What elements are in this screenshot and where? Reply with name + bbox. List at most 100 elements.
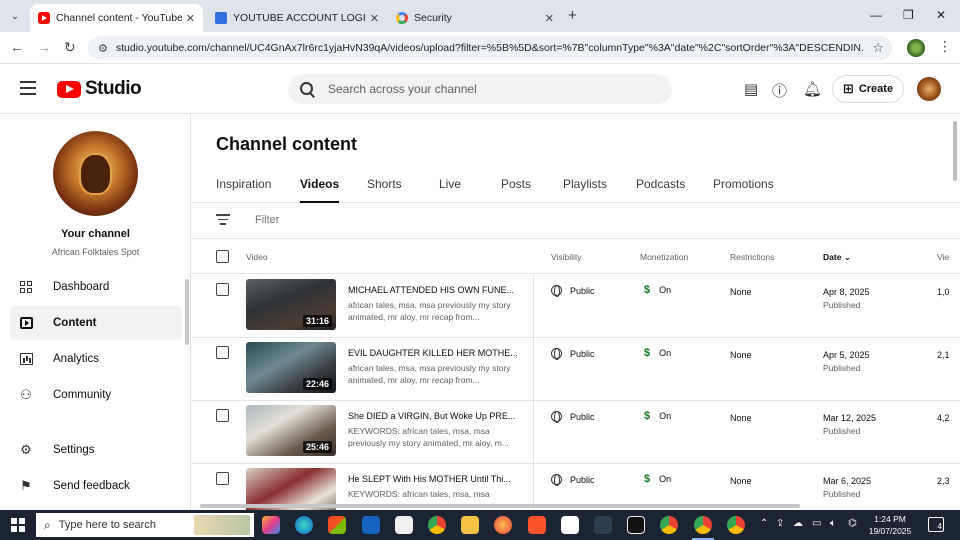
browser-profile-avatar[interactable] [907,39,925,57]
forward-arrow-icon[interactable]: → [37,39,51,55]
video-title[interactable]: She DIED a VIRGIN, But Woke Up PRE... [348,411,520,421]
table-row[interactable]: 31:16 MICHAEL ATTENDED HIS OWN FUNE... a… [192,275,960,338]
sidebar-item-send-feedback[interactable]: ⚑ Send feedback [10,469,182,503]
publish-date: Mar 6, 2025 [823,476,872,486]
site-settings-icon[interactable]: ⚙ [98,42,108,55]
store-app-icon[interactable] [328,516,346,534]
sidebar-item-community[interactable]: ⚇ Community [10,378,182,412]
visibility-status[interactable]: Public [551,285,595,297]
usb-icon[interactable]: ⇪ [776,518,784,529]
outlook-app-icon[interactable] [362,516,380,534]
notes-app-icon[interactable] [561,516,579,534]
video-thumbnail[interactable]: 22:46 [246,342,336,393]
minimize-icon[interactable]: — [870,8,882,22]
notifications-bell-icon[interactable]: 🔔︎ [803,80,822,98]
close-window-icon[interactable]: ✕ [936,8,946,22]
pycharm-app-icon[interactable] [627,516,645,534]
notification-center-icon[interactable]: 4 [928,517,944,532]
tab-live[interactable]: Live [439,177,461,203]
url-text[interactable]: studio.youtube.com/channel/UC4GnAx7lr6rc… [116,42,864,54]
browser-tab-security[interactable]: Security ✕ [388,4,562,32]
monetization-status[interactable]: $ On [644,410,671,422]
tab-posts[interactable]: Posts [501,177,531,203]
visibility-status[interactable]: Public [551,411,595,423]
settings-app-icon[interactable] [594,516,612,534]
close-tab-icon[interactable]: ✕ [186,12,195,25]
subtitles-icon[interactable]: ▤ [744,80,758,98]
capcut-app-icon[interactable] [395,516,413,534]
video-thumbnail[interactable]: 25:46 [246,405,336,456]
chrome-profile-icon[interactable] [660,516,678,534]
volume-icon[interactable]: 🔈︎ [830,518,836,529]
monetization-status[interactable]: $ On [644,347,671,359]
filter-input[interactable]: Filter [255,214,279,226]
bookmark-star-icon[interactable]: ☆ [872,40,884,56]
monetization-status[interactable]: $ On [644,284,671,296]
filter-icon[interactable] [216,214,230,226]
new-tab-plus-icon[interactable]: + [568,7,577,24]
battery-icon[interactable]: ▭ [812,518,821,529]
video-title[interactable]: MICHAEL ATTENDED HIS OWN FUNE... [348,285,520,295]
video-title[interactable]: EVIL DAUGHTER KILLED HER MOTHE... [348,348,520,358]
filter-bar[interactable]: Filter [192,203,960,239]
browser-tab-channel-content[interactable]: Channel content - YouTube Stu ✕ [30,4,203,32]
taskbar-search[interactable]: ⌕ Type here to search [36,513,254,537]
tab-videos[interactable]: Videos [300,177,340,203]
column-date[interactable]: Date ⌄ [823,252,851,263]
cloud-icon[interactable]: ☁ [793,518,803,529]
row-checkbox[interactable] [216,472,229,485]
close-tab-icon[interactable]: ✕ [545,12,554,25]
row-checkbox[interactable] [216,346,229,359]
visibility-status[interactable]: Public [551,348,595,360]
firefox-app-icon[interactable] [494,516,512,534]
table-horizontal-scrollbar[interactable] [200,504,800,508]
video-thumbnail[interactable]: 31:16 [246,279,336,330]
channel-avatar[interactable] [53,131,138,216]
taskbar-clock[interactable]: 1:24 PM 19/07/2025 [868,513,912,537]
tab-shorts[interactable]: Shorts [367,177,402,203]
hamburger-menu-icon[interactable] [20,81,36,95]
table-row[interactable]: 25:46 She DIED a VIRGIN, But Woke Up PRE… [192,401,960,464]
tray-overflow-icon[interactable]: ⌃ [760,518,768,529]
monetization-status[interactable]: $ On [644,473,671,485]
browser-menu-icon[interactable]: ⋮ [938,38,952,55]
restore-icon[interactable]: ❐ [903,8,914,22]
row-checkbox[interactable] [216,283,229,296]
tab-search-chevron-icon[interactable]: ⌄ [5,6,25,26]
create-button[interactable]: ⊞ Create [832,75,904,103]
sidebar-item-settings[interactable]: ⚙ Settings [10,433,182,467]
visibility-status[interactable]: Public [551,474,595,486]
tab-podcasts[interactable]: Podcasts [636,177,685,203]
sidebar-item-content[interactable]: Content [10,306,182,340]
back-arrow-icon[interactable]: ← [10,39,24,55]
chrome-app-icon[interactable] [428,516,446,534]
reload-icon[interactable]: ↻ [64,39,76,56]
account-avatar[interactable] [917,77,941,101]
chrome-active-icon[interactable] [694,516,712,534]
video-title[interactable]: He SLEPT With His MOTHER Until Thi... [348,474,520,484]
copilot-app-icon[interactable] [262,516,280,534]
url-omnibox[interactable]: ⚙ studio.youtube.com/channel/UC4GnAx7lr6… [88,36,892,60]
search-input[interactable] [328,82,648,96]
select-all-checkbox[interactable] [216,250,229,263]
channel-search[interactable] [288,74,672,104]
content-vertical-scrollbar[interactable] [953,121,957,181]
sidebar-item-dashboard[interactable]: Dashboard [10,270,182,304]
edge-app-icon[interactable] [295,516,313,534]
help-icon[interactable]: ⓘ [772,80,787,101]
chrome-window-icon[interactable] [727,516,745,534]
studio-logo[interactable]: Studio [57,78,142,100]
row-checkbox[interactable] [216,409,229,422]
windows-start-icon[interactable] [11,518,25,532]
brave-app-icon[interactable] [528,516,546,534]
table-row[interactable]: 22:46 EVIL DAUGHTER KILLED HER MOTHE... … [192,338,960,401]
tab-promotions[interactable]: Promotions [713,177,774,203]
sidebar-item-analytics[interactable]: Analytics [10,342,182,376]
close-tab-icon[interactable]: ✕ [370,12,379,25]
tab-playlists[interactable]: Playlists [563,177,607,203]
browser-tab-account-logins[interactable]: YOUTUBE ACCOUNT LOGINS ✕ [207,4,387,32]
file-explorer-icon[interactable] [461,516,479,534]
network-icon[interactable]: ⌬ [848,518,857,529]
tab-inspiration[interactable]: Inspiration [216,177,271,203]
sidebar-scrollbar[interactable] [185,279,189,345]
